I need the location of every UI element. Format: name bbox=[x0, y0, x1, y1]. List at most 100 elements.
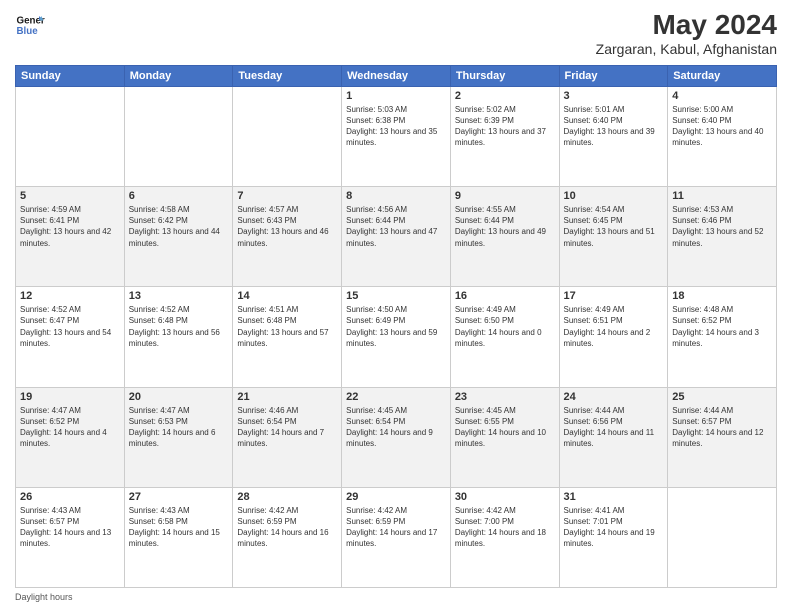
table-row: 31 Sunrise: 4:41 AM Sunset: 7:01 PM Dayl… bbox=[559, 487, 668, 587]
day-info: Sunrise: 5:03 AM Sunset: 6:38 PM Dayligh… bbox=[346, 104, 446, 149]
sunset-text: Sunset: 6:48 PM bbox=[129, 316, 188, 325]
calendar-week-row: 1 Sunrise: 5:03 AM Sunset: 6:38 PM Dayli… bbox=[16, 86, 777, 186]
day-number: 2 bbox=[455, 90, 555, 102]
sunrise-text: Sunrise: 4:45 AM bbox=[346, 406, 407, 415]
sunset-text: Sunset: 6:39 PM bbox=[455, 116, 514, 125]
day-info: Sunrise: 5:02 AM Sunset: 6:39 PM Dayligh… bbox=[455, 104, 555, 149]
day-info: Sunrise: 4:42 AM Sunset: 6:59 PM Dayligh… bbox=[346, 505, 446, 550]
table-row: 18 Sunrise: 4:48 AM Sunset: 6:52 PM Dayl… bbox=[668, 287, 777, 387]
table-row: 16 Sunrise: 4:49 AM Sunset: 6:50 PM Dayl… bbox=[450, 287, 559, 387]
calendar-week-row: 26 Sunrise: 4:43 AM Sunset: 6:57 PM Dayl… bbox=[16, 487, 777, 587]
day-info: Sunrise: 4:59 AM Sunset: 6:41 PM Dayligh… bbox=[20, 204, 120, 249]
col-wednesday: Wednesday bbox=[342, 65, 451, 86]
day-number: 18 bbox=[672, 290, 772, 302]
table-row: 14 Sunrise: 4:51 AM Sunset: 6:48 PM Dayl… bbox=[233, 287, 342, 387]
table-row: 29 Sunrise: 4:42 AM Sunset: 6:59 PM Dayl… bbox=[342, 487, 451, 587]
sunset-text: Sunset: 6:59 PM bbox=[237, 517, 296, 526]
sunrise-text: Sunrise: 4:49 AM bbox=[564, 305, 625, 314]
day-info: Sunrise: 4:47 AM Sunset: 6:52 PM Dayligh… bbox=[20, 405, 120, 450]
day-number: 25 bbox=[672, 391, 772, 403]
sunrise-text: Sunrise: 4:48 AM bbox=[672, 305, 733, 314]
table-row: 27 Sunrise: 4:43 AM Sunset: 6:58 PM Dayl… bbox=[124, 487, 233, 587]
sunrise-text: Sunrise: 4:42 AM bbox=[346, 506, 407, 515]
table-row: 5 Sunrise: 4:59 AM Sunset: 6:41 PM Dayli… bbox=[16, 187, 125, 287]
table-row: 10 Sunrise: 4:54 AM Sunset: 6:45 PM Dayl… bbox=[559, 187, 668, 287]
footer: Daylight hours bbox=[15, 592, 777, 602]
day-info: Sunrise: 4:56 AM Sunset: 6:44 PM Dayligh… bbox=[346, 204, 446, 249]
calendar-week-row: 19 Sunrise: 4:47 AM Sunset: 6:52 PM Dayl… bbox=[16, 387, 777, 487]
daylight-text: Daylight: 14 hours and 13 minutes. bbox=[20, 528, 111, 548]
day-number: 10 bbox=[564, 190, 664, 202]
daylight-text: Daylight: 13 hours and 37 minutes. bbox=[455, 127, 546, 147]
daylight-text: Daylight: 14 hours and 12 minutes. bbox=[672, 428, 763, 448]
day-number: 6 bbox=[129, 190, 229, 202]
daylight-text: Daylight: 13 hours and 54 minutes. bbox=[20, 328, 111, 348]
table-row: 25 Sunrise: 4:44 AM Sunset: 6:57 PM Dayl… bbox=[668, 387, 777, 487]
day-info: Sunrise: 4:54 AM Sunset: 6:45 PM Dayligh… bbox=[564, 204, 664, 249]
page-subtitle: Zargaran, Kabul, Afghanistan bbox=[596, 41, 777, 57]
day-info: Sunrise: 4:45 AM Sunset: 6:54 PM Dayligh… bbox=[346, 405, 446, 450]
daylight-text: Daylight: 14 hours and 11 minutes. bbox=[564, 428, 655, 448]
day-info: Sunrise: 4:55 AM Sunset: 6:44 PM Dayligh… bbox=[455, 204, 555, 249]
col-friday: Friday bbox=[559, 65, 668, 86]
sunset-text: Sunset: 6:52 PM bbox=[672, 316, 731, 325]
table-row bbox=[233, 86, 342, 186]
table-row: 3 Sunrise: 5:01 AM Sunset: 6:40 PM Dayli… bbox=[559, 86, 668, 186]
sunrise-text: Sunrise: 4:42 AM bbox=[455, 506, 516, 515]
page: General Blue May 2024 Zargaran, Kabul, A… bbox=[0, 0, 792, 612]
day-info: Sunrise: 5:00 AM Sunset: 6:40 PM Dayligh… bbox=[672, 104, 772, 149]
day-number: 13 bbox=[129, 290, 229, 302]
sunset-text: Sunset: 6:45 PM bbox=[564, 216, 623, 225]
sunrise-text: Sunrise: 5:03 AM bbox=[346, 105, 407, 114]
sunset-text: Sunset: 6:57 PM bbox=[672, 417, 731, 426]
sunset-text: Sunset: 6:40 PM bbox=[564, 116, 623, 125]
sunrise-text: Sunrise: 4:52 AM bbox=[20, 305, 81, 314]
sunrise-text: Sunrise: 4:45 AM bbox=[455, 406, 516, 415]
sunrise-text: Sunrise: 4:49 AM bbox=[455, 305, 516, 314]
sunset-text: Sunset: 6:44 PM bbox=[455, 216, 514, 225]
calendar-week-row: 12 Sunrise: 4:52 AM Sunset: 6:47 PM Dayl… bbox=[16, 287, 777, 387]
day-info: Sunrise: 4:49 AM Sunset: 6:51 PM Dayligh… bbox=[564, 304, 664, 349]
logo: General Blue bbox=[15, 10, 45, 40]
daylight-text: Daylight: 13 hours and 42 minutes. bbox=[20, 227, 111, 247]
table-row: 12 Sunrise: 4:52 AM Sunset: 6:47 PM Dayl… bbox=[16, 287, 125, 387]
sunset-text: Sunset: 6:51 PM bbox=[564, 316, 623, 325]
table-row bbox=[668, 487, 777, 587]
sunset-text: Sunset: 6:50 PM bbox=[455, 316, 514, 325]
sunrise-text: Sunrise: 4:42 AM bbox=[237, 506, 298, 515]
day-number: 30 bbox=[455, 491, 555, 503]
day-number: 17 bbox=[564, 290, 664, 302]
sunset-text: Sunset: 7:01 PM bbox=[564, 517, 623, 526]
sunrise-text: Sunrise: 4:43 AM bbox=[20, 506, 81, 515]
table-row: 11 Sunrise: 4:53 AM Sunset: 6:46 PM Dayl… bbox=[668, 187, 777, 287]
sunset-text: Sunset: 6:53 PM bbox=[129, 417, 188, 426]
daylight-text: Daylight: 13 hours and 52 minutes. bbox=[672, 227, 763, 247]
day-info: Sunrise: 4:50 AM Sunset: 6:49 PM Dayligh… bbox=[346, 304, 446, 349]
daylight-text: Daylight: 14 hours and 18 minutes. bbox=[455, 528, 546, 548]
logo-icon: General Blue bbox=[15, 10, 45, 40]
day-number: 12 bbox=[20, 290, 120, 302]
sunset-text: Sunset: 6:56 PM bbox=[564, 417, 623, 426]
daylight-text: Daylight: 13 hours and 49 minutes. bbox=[455, 227, 546, 247]
sunrise-text: Sunrise: 4:58 AM bbox=[129, 205, 190, 214]
calendar-header-row: Sunday Monday Tuesday Wednesday Thursday… bbox=[16, 65, 777, 86]
daylight-text: Daylight: 13 hours and 57 minutes. bbox=[237, 328, 328, 348]
page-title: May 2024 bbox=[596, 10, 777, 41]
sunrise-text: Sunrise: 4:50 AM bbox=[346, 305, 407, 314]
day-info: Sunrise: 4:52 AM Sunset: 6:48 PM Dayligh… bbox=[129, 304, 229, 349]
daylight-text: Daylight: 14 hours and 6 minutes. bbox=[129, 428, 216, 448]
day-number: 3 bbox=[564, 90, 664, 102]
day-info: Sunrise: 4:47 AM Sunset: 6:53 PM Dayligh… bbox=[129, 405, 229, 450]
day-info: Sunrise: 4:42 AM Sunset: 7:00 PM Dayligh… bbox=[455, 505, 555, 550]
table-row: 17 Sunrise: 4:49 AM Sunset: 6:51 PM Dayl… bbox=[559, 287, 668, 387]
day-info: Sunrise: 4:42 AM Sunset: 6:59 PM Dayligh… bbox=[237, 505, 337, 550]
title-block: May 2024 Zargaran, Kabul, Afghanistan bbox=[596, 10, 777, 57]
daylight-text: Daylight: 13 hours and 35 minutes. bbox=[346, 127, 437, 147]
day-info: Sunrise: 4:57 AM Sunset: 6:43 PM Dayligh… bbox=[237, 204, 337, 249]
table-row: 9 Sunrise: 4:55 AM Sunset: 6:44 PM Dayli… bbox=[450, 187, 559, 287]
sunrise-text: Sunrise: 4:44 AM bbox=[672, 406, 733, 415]
sunrise-text: Sunrise: 4:44 AM bbox=[564, 406, 625, 415]
sunset-text: Sunset: 6:40 PM bbox=[672, 116, 731, 125]
daylight-text: Daylight: 13 hours and 47 minutes. bbox=[346, 227, 437, 247]
day-info: Sunrise: 4:58 AM Sunset: 6:42 PM Dayligh… bbox=[129, 204, 229, 249]
